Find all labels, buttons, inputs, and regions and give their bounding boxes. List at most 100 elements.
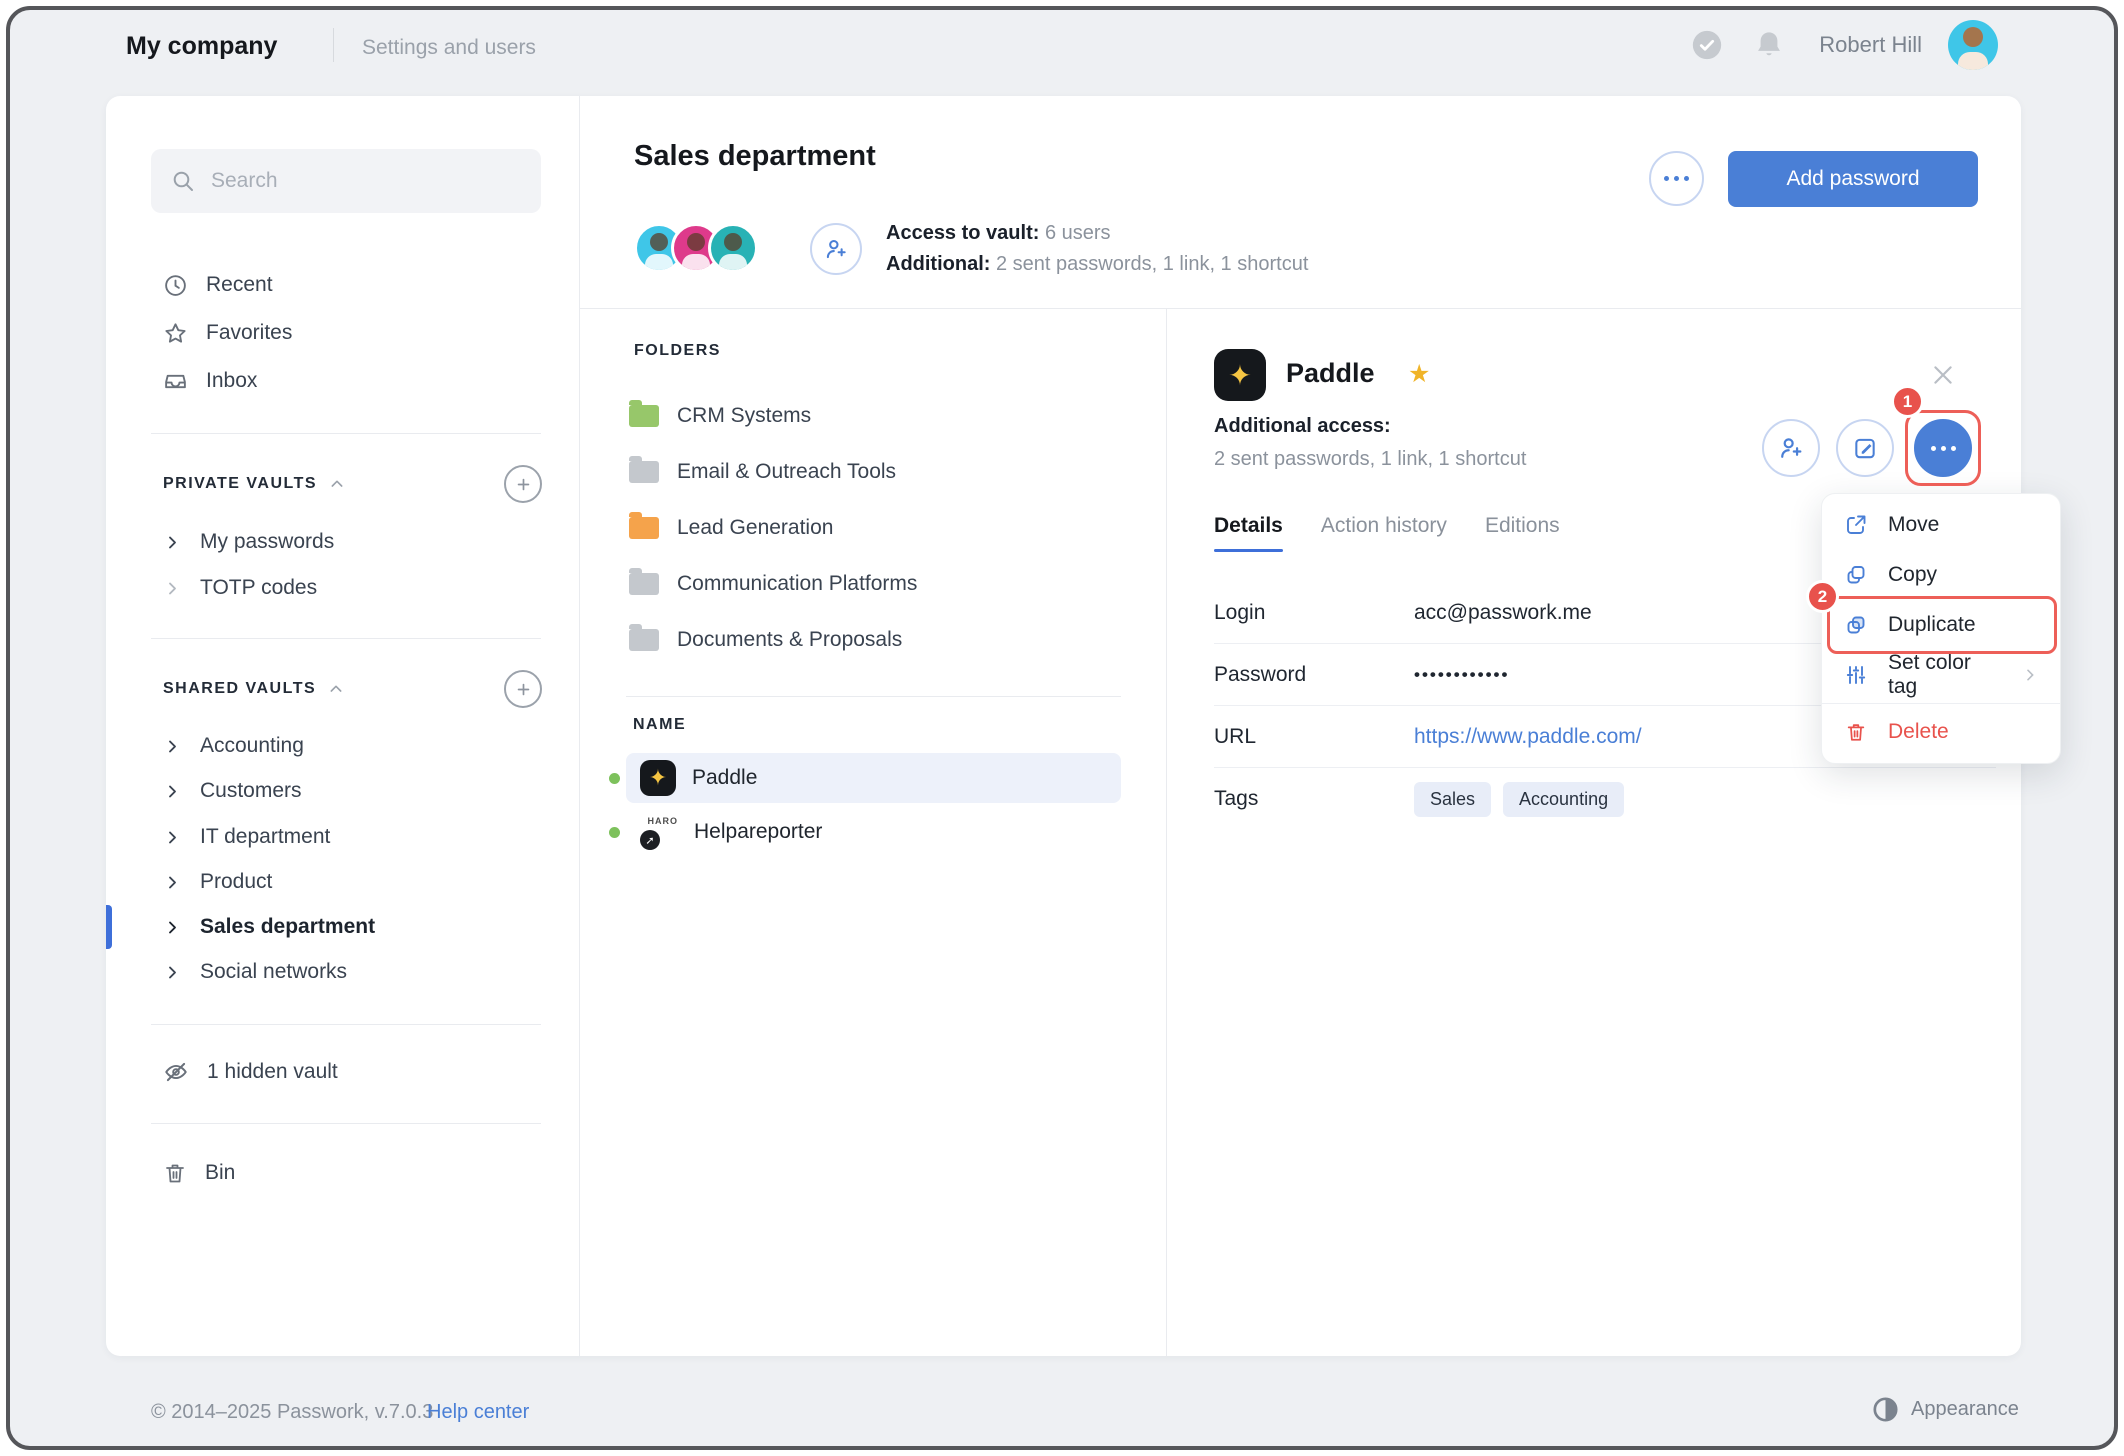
vault-item-accounting[interactable]: Accounting xyxy=(151,724,541,768)
vault-more-actions-button[interactable] xyxy=(1649,151,1704,206)
edit-button[interactable] xyxy=(1836,419,1894,477)
haro-shortcut-icon: HARO ➚ xyxy=(640,814,678,850)
vault-access-info: Access to vault: 6 users Additional: 2 s… xyxy=(886,218,1308,280)
chevron-right-icon xyxy=(165,920,180,935)
ellipsis-icon xyxy=(1931,446,1956,451)
sidebar-item-inbox[interactable]: Inbox xyxy=(151,359,541,403)
search-box[interactable] xyxy=(151,149,541,213)
access-label: Access to vault: xyxy=(886,222,1039,244)
page-title: Sales department xyxy=(634,140,876,173)
menu-item-move[interactable]: Move xyxy=(1822,500,2060,550)
vault-item-social-networks[interactable]: Social networks xyxy=(151,950,541,994)
sidebar-section-divider xyxy=(151,1024,541,1025)
tasks-check-icon[interactable] xyxy=(1689,27,1725,63)
vault-item-sales-department[interactable]: Sales department xyxy=(151,905,541,949)
tag-chip[interactable]: Accounting xyxy=(1503,782,1624,817)
help-center-link[interactable]: Help center xyxy=(427,1401,529,1424)
invite-user-button[interactable] xyxy=(810,223,862,275)
folders-column-header: FOLDERS xyxy=(634,342,721,360)
menu-item-label: Delete xyxy=(1888,720,1949,744)
share-access-button[interactable] xyxy=(1762,419,1820,477)
private-vaults-header[interactable]: PRIVATE VAULTS xyxy=(163,464,345,504)
additional-access-label: Additional access: xyxy=(1214,415,1391,438)
folder-name: CRM Systems xyxy=(677,404,811,428)
sidebar-item-bin[interactable]: Bin xyxy=(151,1151,541,1195)
appearance-toggle[interactable]: Appearance xyxy=(1872,1396,2019,1423)
vault-item-customers[interactable]: Customers xyxy=(151,769,541,813)
folder-name: Communication Platforms xyxy=(677,572,917,596)
folder-item-communication-platforms[interactable]: Communication Platforms xyxy=(629,560,1121,608)
user-name[interactable]: Robert Hill xyxy=(1819,32,1922,58)
tag-chip[interactable]: Sales xyxy=(1414,782,1491,817)
submenu-chevron-icon xyxy=(2022,667,2038,683)
shared-vaults-title: SHARED VAULTS xyxy=(163,680,316,698)
chevron-up-icon xyxy=(328,681,344,697)
folder-item-lead-generation[interactable]: Lead Generation xyxy=(629,504,1121,552)
menu-item-duplicate[interactable]: Duplicate xyxy=(1822,600,2060,650)
sidebar-item-favorites[interactable]: Favorites xyxy=(151,311,541,355)
folder-item-crm-systems[interactable]: CRM Systems xyxy=(629,392,1121,440)
login-value[interactable]: acc@passwork.me xyxy=(1414,601,1592,625)
chevron-right-icon xyxy=(165,784,180,799)
vault-item-label: Sales department xyxy=(200,915,375,939)
status-dot xyxy=(609,827,620,838)
inbox-icon xyxy=(163,369,188,394)
additional-access-value: 2 sent passwords, 1 link, 1 shortcut xyxy=(1214,448,1526,471)
folder-name: Email & Outreach Tools xyxy=(677,460,896,484)
trash-icon xyxy=(1844,721,1868,743)
menu-item-set-color-tag[interactable]: Set color tag xyxy=(1822,650,2060,700)
sidebar-section-divider xyxy=(151,433,541,434)
close-icon[interactable] xyxy=(1926,358,1960,392)
menu-divider xyxy=(1822,703,2060,704)
folder-item-email-outreach[interactable]: Email & Outreach Tools xyxy=(629,448,1121,496)
tab-action-history[interactable]: Action history xyxy=(1321,514,1447,552)
item-more-actions-button[interactable] xyxy=(1914,419,1972,477)
password-title: Paddle xyxy=(1286,358,1375,389)
sidebar-item-recent[interactable]: Recent xyxy=(151,263,541,307)
move-icon xyxy=(1844,513,1868,537)
menu-item-delete[interactable]: Delete xyxy=(1822,707,2060,757)
shared-vaults-header[interactable]: SHARED VAULTS xyxy=(163,669,344,709)
chevron-right-icon xyxy=(165,875,180,890)
notifications-bell-icon[interactable] xyxy=(1751,27,1787,63)
search-input[interactable] xyxy=(211,169,521,193)
trash-icon xyxy=(163,1161,187,1185)
password-value-masked[interactable]: •••••••••••• xyxy=(1414,665,1509,685)
url-link[interactable]: https://www.paddle.com/ xyxy=(1414,725,1642,749)
vault-item-label: Customers xyxy=(200,779,302,803)
copyright-text: © 2014–2025 Passwork, v.7.0.3 xyxy=(151,1401,433,1424)
menu-item-copy[interactable]: Copy xyxy=(1822,550,2060,600)
tab-editions[interactable]: Editions xyxy=(1485,514,1560,552)
folders-names-divider xyxy=(626,696,1121,697)
hidden-vaults-toggle[interactable]: 1 hidden vault xyxy=(151,1050,541,1094)
vault-item-my-passwords[interactable]: My passwords xyxy=(151,520,541,564)
vault-item-product[interactable]: Product xyxy=(151,860,541,904)
details-tabs: Details Action history Editions xyxy=(1214,514,1560,552)
add-password-button[interactable]: Add password xyxy=(1728,151,1978,207)
paddle-star-icon: ✦ xyxy=(1214,349,1266,401)
user-avatar[interactable] xyxy=(1948,20,1998,70)
main-card: Recent Favorites Inbox PRIVATE VAULTS My… xyxy=(106,96,2021,1356)
vault-item-totp-codes[interactable]: TOTP codes xyxy=(151,566,541,610)
sidebar-divider xyxy=(579,96,580,1356)
vault-item-label: My passwords xyxy=(200,530,334,554)
add-shared-vault-button[interactable] xyxy=(504,670,542,708)
shortcut-arrow-icon: ➚ xyxy=(640,830,660,850)
menu-item-label: Duplicate xyxy=(1888,613,1976,637)
step-badge-2: 2 xyxy=(1806,580,1839,613)
tab-details[interactable]: Details xyxy=(1214,514,1283,552)
vault-item-it-department[interactable]: IT department xyxy=(151,815,541,859)
password-item-name: Paddle xyxy=(692,766,757,790)
folder-item-documents-proposals[interactable]: Documents & Proposals xyxy=(629,616,1121,664)
add-private-vault-button[interactable] xyxy=(504,465,542,503)
ellipsis-icon xyxy=(1664,176,1689,181)
settings-and-users-link[interactable]: Settings and users xyxy=(362,36,536,60)
password-item-paddle[interactable]: ✦ Paddle xyxy=(626,753,1121,803)
favorite-star-icon[interactable]: ★ xyxy=(1408,359,1430,389)
search-icon xyxy=(171,169,195,193)
vault-member-avatars[interactable] xyxy=(634,223,758,273)
password-item-helpareporter[interactable]: HARO ➚ Helpareporter xyxy=(626,807,1121,857)
folder-icon xyxy=(629,461,659,483)
hidden-vault-label: 1 hidden vault xyxy=(207,1060,338,1084)
duplicate-icon xyxy=(1844,613,1868,637)
